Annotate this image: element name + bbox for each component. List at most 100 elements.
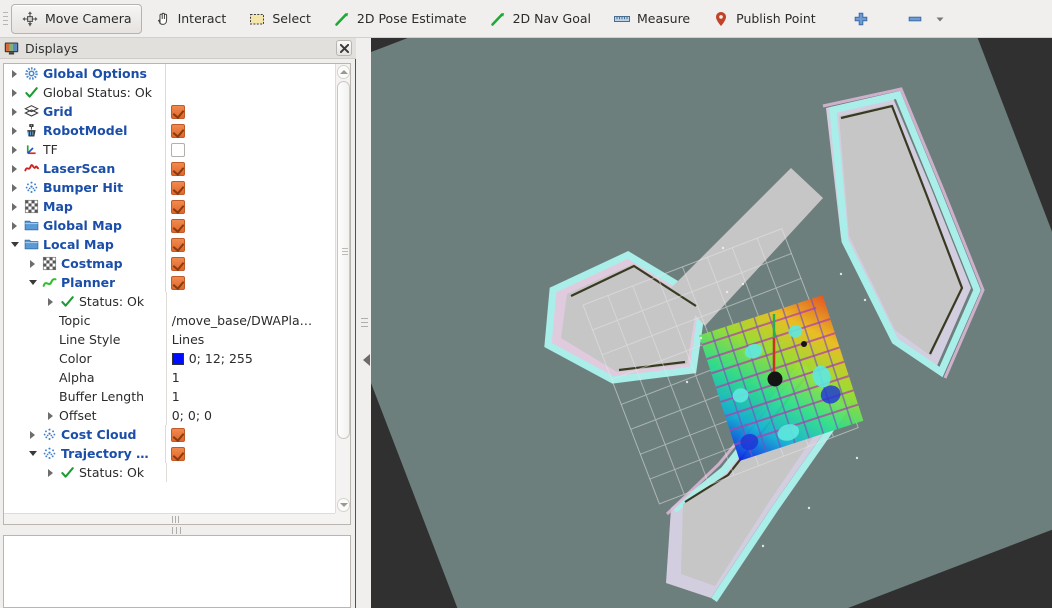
display-enable-checkbox[interactable] (171, 237, 186, 252)
tree-row[interactable]: Map (4, 197, 335, 216)
display-enable-checkbox[interactable] (171, 161, 186, 176)
tree-row-value[interactable] (165, 64, 335, 83)
tree-twisty-collapsed[interactable] (44, 468, 57, 477)
render-view-3d[interactable] (371, 38, 1052, 608)
vertical-scrollbar-thumb[interactable] (337, 81, 350, 439)
tree-twisty-collapsed[interactable] (8, 107, 21, 116)
display-enable-checkbox[interactable] (171, 123, 186, 138)
scroll-down-button[interactable] (337, 498, 350, 512)
tree-row-value[interactable] (165, 444, 335, 463)
tree-twisty-collapsed[interactable] (8, 164, 21, 173)
tree-row[interactable]: Grid (4, 102, 335, 121)
tree-row-value[interactable] (165, 216, 335, 235)
display-enable-checkbox[interactable] (171, 427, 186, 442)
display-enable-checkbox[interactable] (171, 218, 186, 233)
display-enable-checkbox[interactable] (171, 180, 186, 195)
tree-row[interactable]: Offset 0; 0; 0 (4, 406, 335, 425)
tree-twisty-collapsed[interactable] (26, 259, 39, 268)
tree-row[interactable]: Status: Ok (4, 292, 335, 311)
display-enable-checkbox[interactable] (171, 199, 186, 214)
tree-row[interactable]: Color 0; 12; 255 (4, 349, 335, 368)
tree-twisty-collapsed[interactable] (8, 145, 21, 154)
collapse-panel-arrow-icon[interactable] (363, 354, 370, 366)
tree-row-value[interactable] (165, 463, 335, 482)
tree-row[interactable]: Topic/move_base/DWAPla… (4, 311, 335, 330)
tree-horizontal-scrollbar[interactable] (4, 513, 335, 524)
tree-twisty-collapsed[interactable] (8, 69, 21, 78)
tree-row[interactable]: Trajectory … (4, 444, 335, 463)
tree-row[interactable]: Global Options (4, 64, 335, 83)
display-enable-checkbox[interactable] (171, 275, 186, 290)
tree-row[interactable]: Costmap (4, 254, 335, 273)
tool-move-camera[interactable]: Move Camera (11, 3, 142, 34)
close-panel-button[interactable] (336, 40, 352, 56)
tree-vertical-scrollbar[interactable] (335, 64, 350, 513)
tree-row[interactable]: Local Map (4, 235, 335, 254)
tree-row[interactable]: Alpha 1 (4, 368, 335, 387)
tree-row-value[interactable] (165, 235, 335, 254)
tree-twisty-collapsed[interactable] (26, 430, 39, 439)
tree-row-value[interactable]: Lines (165, 330, 335, 349)
tree-row-value[interactable] (165, 140, 335, 159)
tree-row[interactable]: LaserScan (4, 159, 335, 178)
display-enable-checkbox[interactable] (171, 142, 186, 157)
tool-interact[interactable]: Interact (144, 4, 237, 34)
tree-twisty-expanded[interactable] (26, 280, 39, 285)
tree-row-name: Offset (4, 406, 166, 425)
tree-twisty-collapsed[interactable] (8, 126, 21, 135)
tool-measure[interactable]: Measure (603, 4, 700, 34)
tool-2d-pose-estimate[interactable]: 2D Pose Estimate (323, 4, 477, 34)
tree-row-value[interactable]: 1 (165, 387, 335, 406)
tool-select[interactable]: Select (238, 4, 321, 34)
pointcloud-icon (25, 181, 37, 194)
tree-twisty-expanded[interactable] (26, 451, 39, 456)
panel-horizontal-splitter[interactable] (3, 526, 351, 535)
tree-row[interactable]: RobotModel (4, 121, 335, 140)
toolbar-drag-handle[interactable] (0, 0, 10, 38)
tree-row-value[interactable]: /move_base/DWAPla… (165, 311, 335, 330)
tree-row-icon-slot (21, 104, 41, 119)
tree-row-value[interactable] (165, 197, 335, 216)
tree-twisty-collapsed[interactable] (8, 221, 21, 230)
tree-row-value[interactable] (165, 83, 335, 102)
tree-row[interactable]: Bumper Hit (4, 178, 335, 197)
tree-row-value[interactable]: 0; 12; 255 (165, 349, 335, 368)
tree-row[interactable]: TF (4, 140, 335, 159)
color-swatch[interactable] (171, 352, 184, 365)
tree-twisty-collapsed[interactable] (44, 297, 57, 306)
tree-row[interactable]: Line Style Lines (4, 330, 335, 349)
tree-row[interactable]: Buffer Length 1 (4, 387, 335, 406)
tree-row[interactable]: Planner (4, 273, 335, 292)
tree-row-value[interactable] (165, 159, 335, 178)
tree-twisty-collapsed[interactable] (8, 88, 21, 97)
display-enable-checkbox[interactable] (171, 104, 186, 119)
tree-row[interactable]: Cost Cloud (4, 425, 335, 444)
tree-row[interactable]: Global Status: Ok (4, 83, 335, 102)
tree-twisty-collapsed[interactable] (44, 411, 57, 420)
tree-row-value[interactable]: 1 (165, 368, 335, 387)
remove-tool-button[interactable] (896, 4, 956, 34)
main-vertical-splitter[interactable] (357, 38, 371, 608)
display-enable-checkbox[interactable] (171, 256, 186, 271)
tree-twisty-expanded[interactable] (8, 242, 21, 247)
tree-row-value[interactable] (165, 121, 335, 140)
add-tool-button[interactable] (842, 4, 880, 34)
tree-row-value[interactable] (165, 292, 335, 311)
tree-row[interactable]: Status: Ok (4, 463, 335, 482)
horizontal-scrollbar-thumb[interactable] (172, 516, 181, 523)
displays-tree[interactable]: Global Options Global Status: Ok Grid Robot… (3, 63, 351, 525)
tree-twisty-collapsed[interactable] (8, 183, 21, 192)
tree-row-value[interactable] (165, 254, 335, 273)
tree-row-name: Topic (4, 311, 166, 330)
tree-row[interactable]: Global Map (4, 216, 335, 235)
tree-twisty-collapsed[interactable] (8, 202, 21, 211)
tree-row-value[interactable]: 0; 0; 0 (165, 406, 335, 425)
tool-2d-nav-goal[interactable]: 2D Nav Goal (479, 4, 601, 34)
scroll-up-button[interactable] (337, 65, 350, 79)
display-enable-checkbox[interactable] (171, 446, 186, 461)
tree-row-value[interactable] (165, 178, 335, 197)
tool-publish-point[interactable]: Publish Point (702, 4, 826, 34)
tree-row-value[interactable] (165, 102, 335, 121)
tree-row-value[interactable] (165, 425, 335, 444)
tree-row-value[interactable] (165, 273, 335, 292)
